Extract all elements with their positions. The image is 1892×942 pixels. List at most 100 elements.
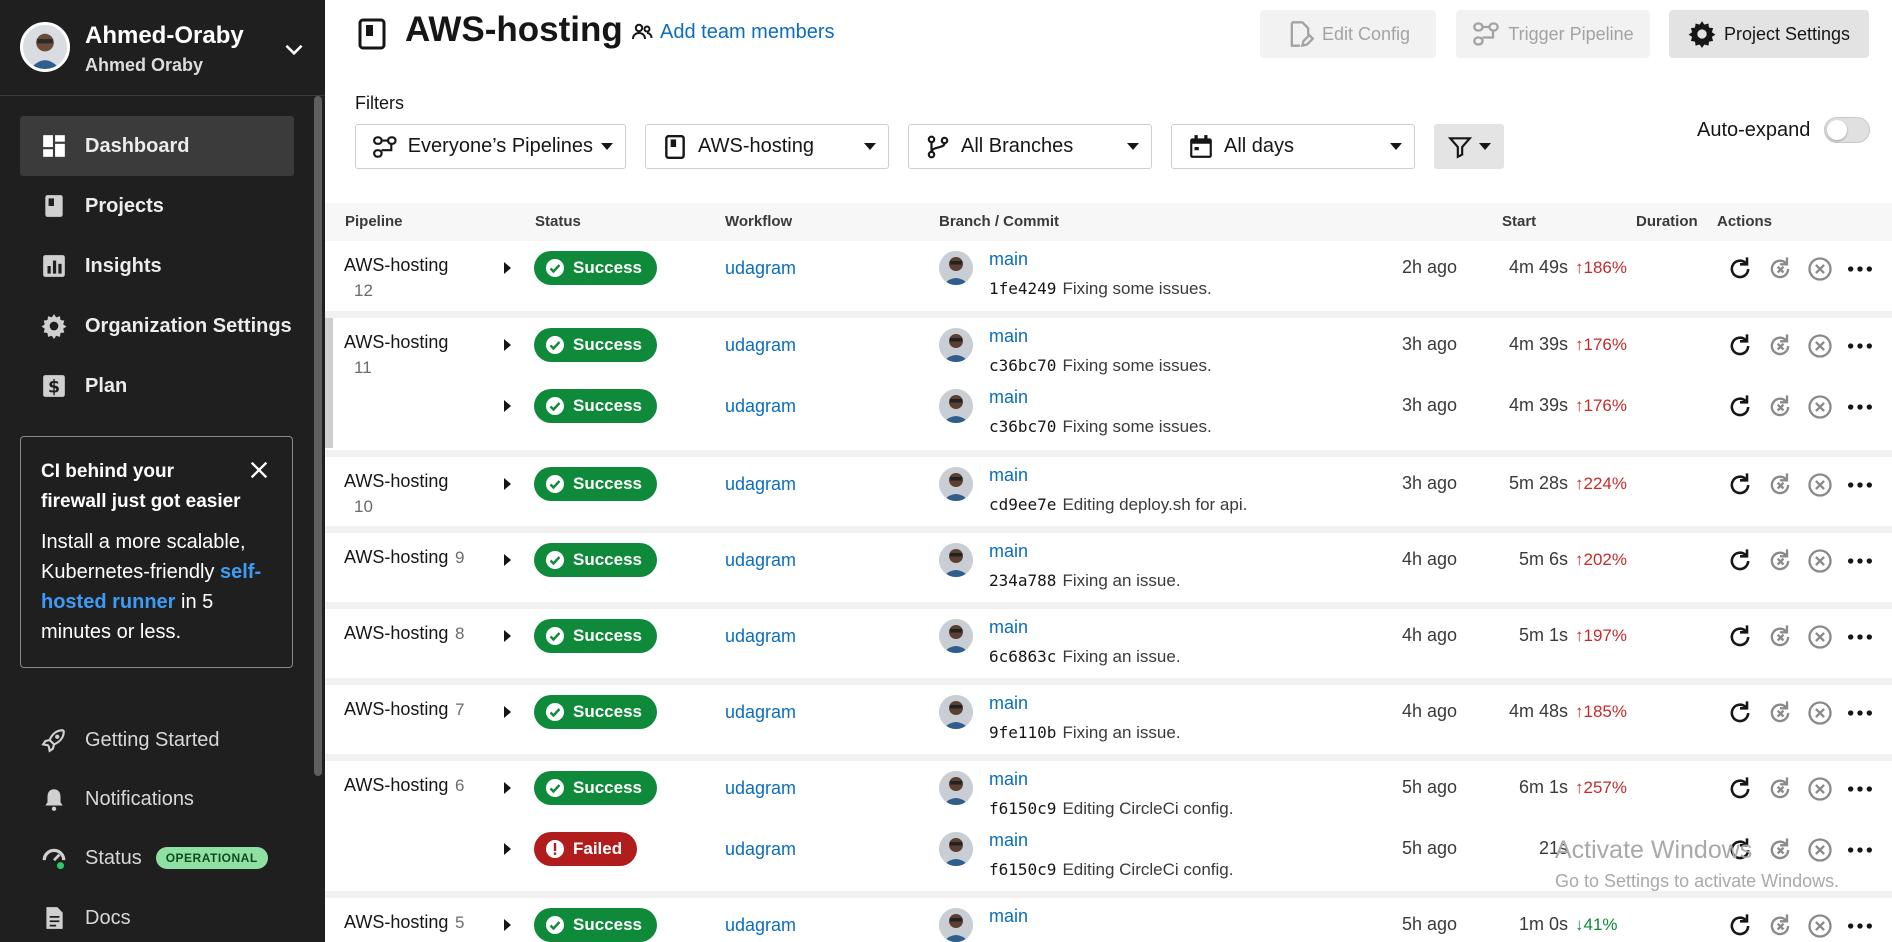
branch-link[interactable]: main bbox=[989, 617, 1028, 638]
pipeline-name[interactable]: AWS-hosting bbox=[344, 775, 448, 796]
more-actions-icon[interactable] bbox=[1845, 254, 1875, 284]
commit-hash[interactable]: 9fe110b bbox=[989, 723, 1056, 742]
branch-link[interactable]: main bbox=[989, 465, 1028, 486]
more-actions-icon[interactable] bbox=[1845, 331, 1875, 361]
branch-link[interactable]: main bbox=[989, 326, 1028, 347]
pipeline-name[interactable]: AWS-hosting bbox=[344, 699, 448, 720]
sidebar-item-insights[interactable]: Insights bbox=[20, 236, 294, 296]
rerun-failed-icon[interactable] bbox=[1765, 546, 1795, 576]
pipeline-name[interactable]: AWS-hosting bbox=[344, 912, 448, 933]
sidebar-item-plan[interactable]: $ Plan bbox=[20, 356, 294, 416]
cancel-workflow-icon[interactable] bbox=[1805, 698, 1835, 728]
rerun-failed-icon[interactable] bbox=[1765, 774, 1795, 804]
rerun-failed-icon[interactable] bbox=[1765, 331, 1795, 361]
status-badge[interactable]: Success bbox=[534, 908, 657, 942]
expand-row-icon[interactable] bbox=[504, 262, 511, 274]
expand-row-icon[interactable] bbox=[504, 554, 511, 566]
cancel-workflow-icon[interactable] bbox=[1805, 470, 1835, 500]
expand-row-icon[interactable] bbox=[504, 400, 511, 412]
expand-row-icon[interactable] bbox=[504, 630, 511, 642]
status-badge[interactable]: Success bbox=[534, 695, 657, 729]
cancel-workflow-icon[interactable] bbox=[1805, 546, 1835, 576]
commit-hash[interactable]: c36bc70 bbox=[989, 356, 1056, 375]
expand-row-icon[interactable] bbox=[504, 919, 511, 931]
status-badge[interactable]: Failed bbox=[534, 832, 638, 866]
commit-hash[interactable]: f6150c9 bbox=[989, 860, 1056, 879]
rerun-workflow-icon[interactable] bbox=[1725, 774, 1755, 804]
advanced-filter-button[interactable] bbox=[1434, 124, 1504, 169]
more-actions-icon[interactable] bbox=[1845, 698, 1875, 728]
workflow-link[interactable]: udagram bbox=[725, 839, 796, 860]
workflow-link[interactable]: udagram bbox=[725, 702, 796, 723]
cancel-workflow-icon[interactable] bbox=[1805, 774, 1835, 804]
status-badge[interactable]: Success bbox=[534, 771, 657, 805]
branches-filter-select[interactable]: All Branches bbox=[908, 124, 1152, 169]
cancel-workflow-icon[interactable] bbox=[1805, 911, 1835, 941]
rerun-failed-icon[interactable] bbox=[1765, 254, 1795, 284]
trigger-pipeline-button[interactable]: Trigger Pipeline bbox=[1456, 10, 1650, 58]
pipeline-name[interactable]: AWS-hosting bbox=[344, 255, 448, 276]
auto-expand-toggle[interactable] bbox=[1824, 117, 1870, 143]
more-actions-icon[interactable] bbox=[1845, 546, 1875, 576]
rerun-workflow-icon[interactable] bbox=[1725, 331, 1755, 361]
more-actions-icon[interactable] bbox=[1845, 911, 1875, 941]
rerun-failed-icon[interactable] bbox=[1765, 698, 1795, 728]
commit-hash[interactable]: cd9ee7e bbox=[989, 495, 1056, 514]
expand-row-icon[interactable] bbox=[504, 782, 511, 794]
workflow-link[interactable]: udagram bbox=[725, 915, 796, 936]
commit-hash[interactable]: 6c6863c bbox=[989, 647, 1056, 666]
rerun-failed-icon[interactable] bbox=[1765, 835, 1795, 865]
rerun-failed-icon[interactable] bbox=[1765, 622, 1795, 652]
rerun-workflow-icon[interactable] bbox=[1725, 698, 1755, 728]
expand-row-icon[interactable] bbox=[504, 339, 511, 351]
rerun-workflow-icon[interactable] bbox=[1725, 546, 1755, 576]
workflow-link[interactable]: udagram bbox=[725, 474, 796, 495]
more-actions-icon[interactable] bbox=[1845, 470, 1875, 500]
expand-row-icon[interactable] bbox=[504, 706, 511, 718]
pipeline-name[interactable]: AWS-hosting bbox=[344, 332, 448, 353]
status-badge[interactable]: Success bbox=[534, 251, 657, 285]
chevron-down-icon[interactable] bbox=[281, 36, 307, 62]
rerun-workflow-icon[interactable] bbox=[1725, 622, 1755, 652]
project-settings-button[interactable]: Project Settings bbox=[1669, 10, 1869, 58]
rerun-workflow-icon[interactable] bbox=[1725, 254, 1755, 284]
project-filter-select[interactable]: AWS-hosting bbox=[645, 124, 889, 169]
branch-link[interactable]: main bbox=[989, 830, 1028, 851]
workflow-link[interactable]: udagram bbox=[725, 550, 796, 571]
close-icon[interactable] bbox=[248, 459, 270, 481]
expand-row-icon[interactable] bbox=[504, 843, 511, 855]
branch-link[interactable]: main bbox=[989, 769, 1028, 790]
workflow-link[interactable]: udagram bbox=[725, 396, 796, 417]
sidebar-item-projects[interactable]: Projects bbox=[20, 176, 294, 236]
pipeline-name[interactable]: AWS-hosting bbox=[344, 471, 448, 492]
commit-hash[interactable]: 234a788 bbox=[989, 571, 1056, 590]
sidebar-item-getting-started[interactable]: Getting Started bbox=[20, 710, 294, 770]
rerun-workflow-icon[interactable] bbox=[1725, 470, 1755, 500]
cancel-workflow-icon[interactable] bbox=[1805, 331, 1835, 361]
sidebar-scrollbar[interactable] bbox=[314, 96, 322, 776]
more-actions-icon[interactable] bbox=[1845, 774, 1875, 804]
sidebar-item-notifications[interactable]: Notifications bbox=[20, 769, 294, 829]
days-filter-select[interactable]: All days bbox=[1171, 124, 1415, 169]
rerun-failed-icon[interactable] bbox=[1765, 392, 1795, 422]
more-actions-icon[interactable] bbox=[1845, 622, 1875, 652]
commit-hash[interactable]: 1fe4249 bbox=[989, 279, 1056, 298]
rerun-failed-icon[interactable] bbox=[1765, 470, 1795, 500]
sidebar-item-organization-settings[interactable]: Organization Settings bbox=[20, 296, 294, 356]
branch-link[interactable]: main bbox=[989, 906, 1028, 927]
more-actions-icon[interactable] bbox=[1845, 392, 1875, 422]
rerun-workflow-icon[interactable] bbox=[1725, 392, 1755, 422]
add-team-members-link[interactable]: Add team members bbox=[630, 20, 835, 44]
pipelines-filter-select[interactable]: Everyone’s Pipelines bbox=[355, 124, 626, 169]
branch-link[interactable]: main bbox=[989, 693, 1028, 714]
cancel-workflow-icon[interactable] bbox=[1805, 254, 1835, 284]
rerun-failed-icon[interactable] bbox=[1765, 911, 1795, 941]
rerun-workflow-icon[interactable] bbox=[1725, 911, 1755, 941]
pipeline-name[interactable]: AWS-hosting bbox=[344, 547, 448, 568]
workflow-link[interactable]: udagram bbox=[725, 778, 796, 799]
branch-link[interactable]: main bbox=[989, 541, 1028, 562]
status-badge[interactable]: Success bbox=[534, 328, 657, 362]
cancel-workflow-icon[interactable] bbox=[1805, 835, 1835, 865]
more-actions-icon[interactable] bbox=[1845, 835, 1875, 865]
status-badge[interactable]: Success bbox=[534, 467, 657, 501]
